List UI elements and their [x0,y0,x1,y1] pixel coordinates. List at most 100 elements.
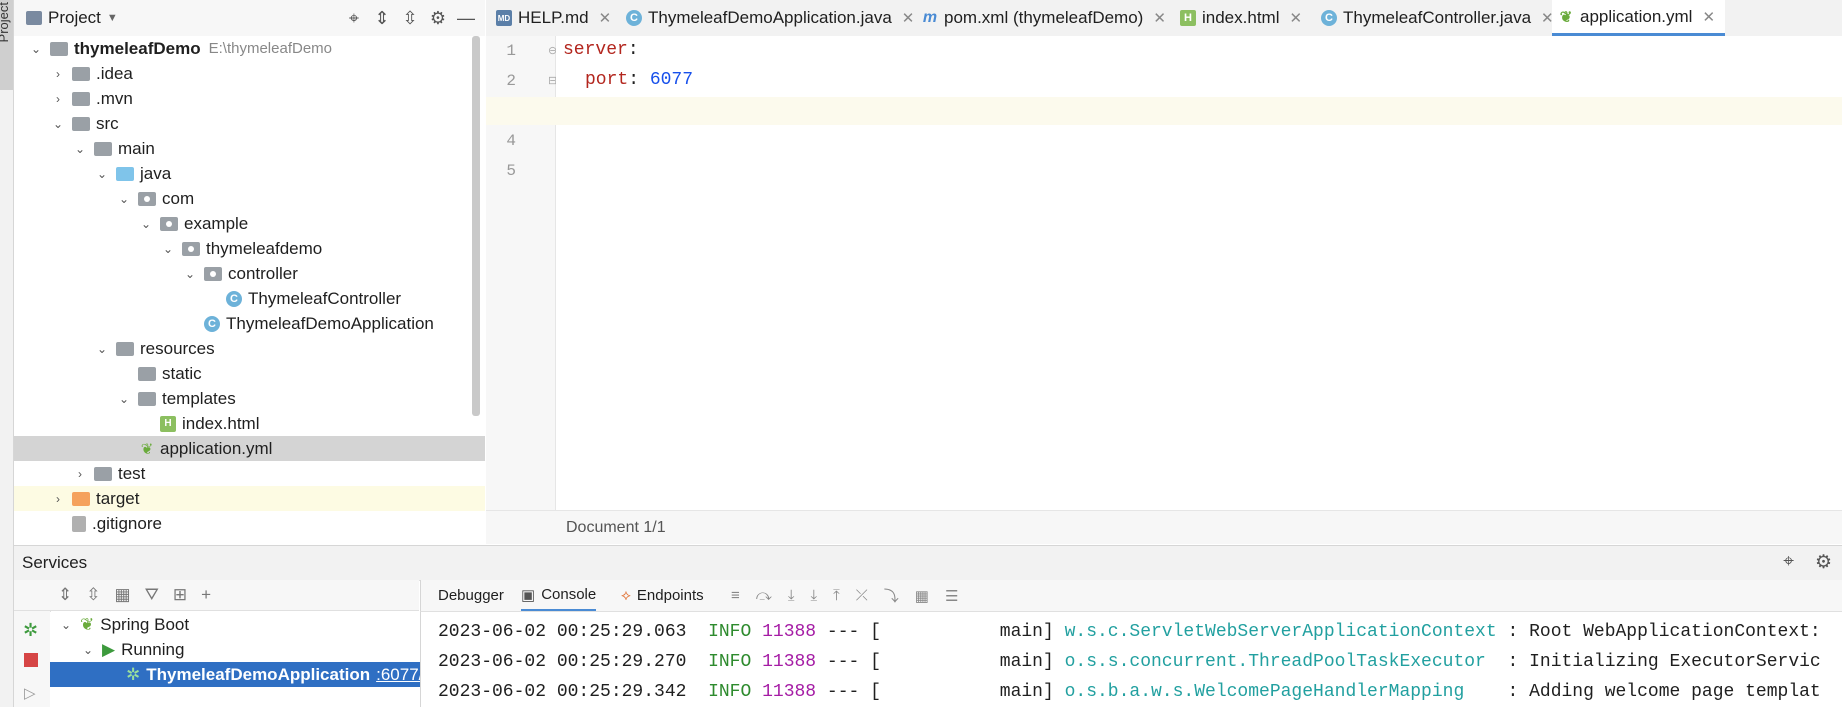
menu-icon[interactable]: ≡ [731,587,740,604]
gear-icon[interactable]: ⚙ [1815,551,1832,574]
close-icon[interactable]: ✕ [1702,8,1715,26]
spring-class-icon: C [626,10,642,26]
chevron-right-icon[interactable]: › [50,92,66,106]
project-view-selector[interactable]: Project ▼ [26,8,118,28]
tab-application-yml[interactable]: ❦ application.yml ✕ [1552,0,1726,36]
add-service-icon[interactable]: + [201,585,211,605]
step-into-icon[interactable]: ⤓ [788,587,795,604]
tree-item-main[interactable]: ⌄ main [14,136,485,161]
tab-pom-xml[interactable]: m pom.xml (thymeleafDemo) ✕ [922,0,1166,36]
service-item-running[interactable]: ⌄ ▶ Running [50,637,449,662]
tree-item-src[interactable]: ⌄ src [14,111,485,136]
chevron-down-icon[interactable]: ⌄ [116,392,132,406]
tab-debugger[interactable]: Debugger [438,580,504,611]
tab-thymeleafcontroller[interactable]: C ThymeleafController.java ✕ [1321,0,1554,36]
tab-console[interactable]: ▣ Console [521,580,597,611]
chevron-down-icon[interactable]: ⌄ [160,242,176,256]
service-item-spring-boot[interactable]: ⌄ ❦ Spring Boot [50,612,427,637]
tree-item-thymeleafdemo-pkg[interactable]: ⌄ thymeleafdemo [14,236,485,261]
chevron-right-icon[interactable]: › [50,492,66,506]
port-link[interactable]: :6077/ [376,665,423,685]
chevron-down-icon[interactable]: ⌄ [94,342,110,356]
class-icon: C [1321,10,1337,26]
tab-label: pom.xml (thymeleafDemo) [944,8,1144,27]
tab-thymeleafdemoapplication[interactable]: C ThymeleafDemoApplication.java ✕ [626,0,914,36]
new-tab-icon[interactable]: ⊞ [173,585,187,605]
hide-icon[interactable]: — [453,5,479,31]
filter-icon[interactable]: ⛛ [145,585,159,605]
document-indicator[interactable]: Document 1/1 [566,519,666,537]
yaml-spring-icon: ❦ [140,440,154,458]
tree-item-templates[interactable]: ⌄ templates [14,386,485,411]
services-header: Services ⌖ ⚙ [14,545,1842,581]
tree-item-com[interactable]: ⌄ com [14,186,485,211]
chevron-down-icon[interactable]: ⌄ [182,267,198,281]
force-step-into-icon[interactable]: ⤓ [810,587,817,604]
close-icon[interactable]: ✕ [599,9,612,27]
chevron-down-icon[interactable]: ⌄ [94,167,110,181]
tree-item-label: index.html [182,413,260,433]
folder-icon [94,466,112,481]
stop-icon[interactable] [24,653,38,667]
drop-frame-icon[interactable]: ⤫ [856,587,868,604]
tree-item-index-html[interactable]: H index.html [14,411,485,436]
tree-item-gitignore[interactable]: .gitignore [14,511,485,536]
chevron-down-icon[interactable]: ⌄ [138,217,154,231]
collapse-all-icon[interactable]: ⇳ [86,585,100,605]
tree-item-target[interactable]: › target [14,486,485,511]
project-panel-title: Project [48,8,101,27]
console-output[interactable]: 2023-06-02 00:25:29.063 INFO 11388 --- [… [420,612,1842,707]
tree-item-mvn[interactable]: › .mvn [14,86,485,111]
tree-item-example[interactable]: ⌄ example [14,211,485,236]
tree-item-application-yml[interactable]: ❦ application.yml [14,436,485,461]
project-tree-scrollbar[interactable] [472,36,480,416]
group-by-icon[interactable]: ▦ [115,585,131,605]
tree-item-idea[interactable]: › .idea [14,61,485,86]
run-to-cursor-icon[interactable]: ⤵ [884,585,899,606]
expand-all-icon[interactable]: ⇕ [58,585,72,605]
tab-label: Console [541,586,597,603]
tree-item-resources[interactable]: ⌄ resources [14,336,485,361]
chevron-down-icon[interactable]: ⌄ [80,643,96,657]
tree-item-thymeleafdemo[interactable]: ⌄ thymeleafDemo E:\thymeleafDemo [14,36,485,61]
tree-item-controller[interactable]: ⌄ controller [14,261,485,286]
close-icon[interactable]: ✕ [1153,9,1166,27]
trace-icon[interactable]: ☰ [945,587,958,605]
locate-icon[interactable]: ⌖ [341,5,367,31]
expand-all-icon[interactable]: ⇕ [369,5,395,31]
chevron-down-icon[interactable]: ⌄ [72,142,88,156]
tab-endpoints[interactable]: ⟡ Endpoints [621,580,704,611]
gear-icon[interactable]: ⚙ [425,5,451,31]
tree-item-static[interactable]: static [14,361,485,386]
locate-icon[interactable]: ⌖ [1783,551,1794,573]
spring-class-icon: C [204,315,220,332]
tree-item-java[interactable]: ⌄ java [14,161,485,186]
step-out-icon[interactable]: ⤒ [833,587,840,604]
debug-icon[interactable]: ✲ [23,620,38,641]
tab-index-html[interactable]: H index.html ✕ [1180,0,1302,36]
chevron-down-icon[interactable]: ⌄ [58,618,74,632]
close-icon[interactable]: ✕ [1289,9,1302,27]
tree-item-label: thymeleafDemo [74,38,201,58]
chevron-right-icon[interactable]: › [72,467,88,481]
tab-label: Endpoints [636,587,704,604]
chevron-down-icon[interactable]: ⌄ [50,117,66,131]
resume-icon[interactable]: ▷ [24,684,36,702]
chevron-down-icon[interactable]: ⌄ [28,42,44,56]
step-over-icon[interactable]: ⤼ [756,587,772,604]
chevron-right-icon[interactable]: › [50,67,66,81]
chevron-down-icon[interactable]: ⌄ [116,192,132,206]
collapse-all-icon[interactable]: ⇳ [397,5,423,31]
tab-label: ThymeleafDemoApplication.java [648,8,892,27]
tree-item-thymeleafdemoapplication[interactable]: C ThymeleafDemoApplication [14,311,485,336]
service-item-label: Spring Boot [100,614,190,634]
tree-item-thymeleafcontroller[interactable]: C ThymeleafController [14,286,485,311]
tree-item-test[interactable]: › test [14,461,485,486]
project-stripe-button[interactable]: Project [0,0,13,90]
code-line-1[interactable]: server: [563,40,639,60]
console-toolbar: Debugger ▣ Console ⟡ Endpoints ≡ ⤼ ⤓ ⤓ ⤒… [420,580,1842,612]
code-line-2[interactable]: port: 6077 [585,70,693,90]
close-icon[interactable]: ✕ [902,9,915,27]
tab-help-md[interactable]: MD HELP.md ✕ [496,0,611,36]
evaluate-icon[interactable]: ▦ [915,587,929,605]
